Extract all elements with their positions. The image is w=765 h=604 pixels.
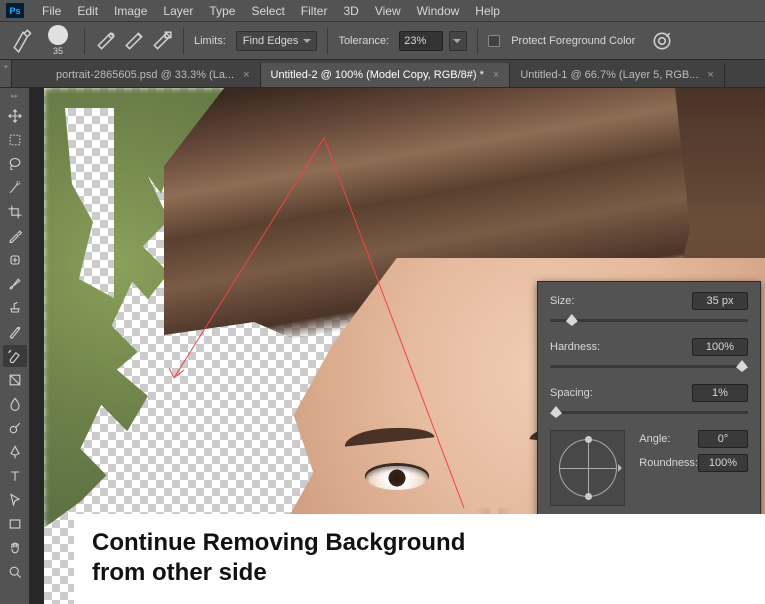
menu-bar: Ps File Edit Image Layer Type Select Fil… bbox=[0, 0, 765, 22]
menu-help[interactable]: Help bbox=[467, 4, 508, 18]
hardness-label: Hardness: bbox=[550, 341, 600, 353]
menu-select[interactable]: Select bbox=[243, 4, 292, 18]
healing-brush-tool[interactable] bbox=[3, 249, 27, 271]
size-slider[interactable] bbox=[550, 314, 748, 328]
blur-tool[interactable] bbox=[3, 393, 27, 415]
zoom-tool[interactable] bbox=[3, 561, 27, 583]
canvas-area[interactable]: Size: 35 px Hardness: 100% Spacing: 1% bbox=[30, 88, 765, 604]
menu-3d[interactable]: 3D bbox=[335, 4, 366, 18]
pen-tool[interactable] bbox=[3, 441, 27, 463]
clone-stamp-tool[interactable] bbox=[3, 297, 27, 319]
brush-tool[interactable] bbox=[3, 273, 27, 295]
limits-label: Limits: bbox=[194, 35, 226, 47]
app-logo: Ps bbox=[6, 3, 24, 18]
tab-label: Untitled-2 @ 100% (Model Copy, RGB/8#) * bbox=[271, 69, 484, 81]
sampling-continuous-icon[interactable] bbox=[95, 31, 117, 51]
roundness-field[interactable]: 100% bbox=[698, 454, 748, 472]
sampling-swatch-icon[interactable] bbox=[151, 31, 173, 51]
close-icon[interactable]: × bbox=[707, 69, 713, 81]
hardness-field[interactable]: 100% bbox=[692, 338, 748, 356]
protect-foreground-checkbox[interactable] bbox=[488, 35, 500, 47]
tab-label: portrait-2865605.psd @ 33.3% (La... bbox=[56, 69, 234, 81]
separator bbox=[84, 28, 85, 54]
hand-tool[interactable] bbox=[3, 537, 27, 559]
background-eraser-tool[interactable] bbox=[3, 345, 27, 367]
menu-image[interactable]: Image bbox=[106, 4, 155, 18]
protect-foreground-label: Protect Foreground Color bbox=[511, 35, 635, 47]
separator bbox=[327, 28, 328, 54]
menu-file[interactable]: File bbox=[34, 4, 69, 18]
eyedropper-tool[interactable] bbox=[3, 225, 27, 247]
size-field[interactable]: 35 px bbox=[692, 292, 748, 310]
tab-label: Untitled-1 @ 66.7% (Layer 5, RGB... bbox=[520, 69, 698, 81]
limits-select[interactable]: Find Edges bbox=[236, 31, 318, 51]
type-tool[interactable] bbox=[3, 465, 27, 487]
hardness-slider[interactable] bbox=[550, 360, 748, 374]
menu-edit[interactable]: Edit bbox=[69, 4, 106, 18]
instruction-overlay: Continue Removing Background from other … bbox=[74, 514, 765, 604]
workspace: ▸▸ bbox=[0, 88, 765, 604]
sampling-once-icon[interactable] bbox=[123, 31, 145, 51]
spacing-slider[interactable] bbox=[550, 406, 748, 420]
tolerance-dropdown[interactable] bbox=[449, 31, 467, 51]
spacing-field[interactable]: 1% bbox=[692, 384, 748, 402]
angle-field[interactable]: 0° bbox=[698, 430, 748, 448]
brush-angle-widget[interactable] bbox=[550, 430, 625, 506]
marquee-tool[interactable] bbox=[3, 129, 27, 151]
quick-select-tool[interactable] bbox=[3, 177, 27, 199]
angle-label: Angle: bbox=[639, 433, 670, 445]
document-tab[interactable]: Untitled-2 @ 100% (Model Copy, RGB/8#) *… bbox=[261, 63, 511, 87]
toolbar-collapse-icon[interactable]: ▸▸ bbox=[11, 92, 18, 100]
document-tab[interactable]: portrait-2865605.psd @ 33.3% (La... × bbox=[46, 63, 261, 87]
lasso-tool[interactable] bbox=[3, 153, 27, 175]
menu-filter[interactable]: Filter bbox=[293, 4, 336, 18]
crop-tool[interactable] bbox=[3, 201, 27, 223]
separator bbox=[183, 28, 184, 54]
menu-window[interactable]: Window bbox=[409, 4, 468, 18]
close-icon[interactable]: × bbox=[493, 69, 499, 81]
tolerance-field[interactable]: 23% bbox=[399, 31, 443, 51]
rectangle-tool[interactable] bbox=[3, 513, 27, 535]
size-label: Size: bbox=[550, 295, 574, 307]
dodge-tool[interactable] bbox=[3, 417, 27, 439]
move-tool[interactable] bbox=[3, 105, 27, 127]
tools-panel: ▸▸ bbox=[0, 88, 30, 604]
roundness-label: Roundness: bbox=[639, 457, 698, 469]
instruction-line: Continue Removing Background bbox=[92, 528, 747, 558]
document-tab[interactable]: Untitled-1 @ 66.7% (Layer 5, RGB... × bbox=[510, 63, 725, 87]
path-select-tool[interactable] bbox=[3, 489, 27, 511]
document-tab-row: portrait-2865605.psd @ 33.3% (La... × Un… bbox=[0, 60, 765, 88]
brush-preset-picker[interactable]: 35 bbox=[42, 25, 74, 56]
gradient-tool[interactable] bbox=[3, 369, 27, 391]
panel-collapse-strip[interactable] bbox=[0, 60, 12, 87]
tolerance-label: Tolerance: bbox=[338, 35, 389, 47]
history-brush-tool[interactable] bbox=[3, 321, 27, 343]
brush-settings-panel[interactable]: Size: 35 px Hardness: 100% Spacing: 1% bbox=[537, 281, 761, 519]
menu-type[interactable]: Type bbox=[201, 4, 243, 18]
close-icon[interactable]: × bbox=[243, 69, 249, 81]
separator bbox=[477, 28, 478, 54]
pressure-size-icon[interactable] bbox=[651, 31, 673, 51]
options-bar: 35 Limits: Find Edges Tolerance: 23% Pro… bbox=[0, 22, 765, 60]
instruction-line: from other side bbox=[92, 558, 747, 588]
menu-layer[interactable]: Layer bbox=[155, 4, 201, 18]
active-tool-indicator[interactable] bbox=[10, 30, 36, 52]
brush-preview-dot bbox=[48, 25, 68, 45]
spacing-label: Spacing: bbox=[550, 387, 593, 399]
brush-size-readout: 35 bbox=[53, 46, 63, 56]
menu-view[interactable]: View bbox=[367, 4, 409, 18]
